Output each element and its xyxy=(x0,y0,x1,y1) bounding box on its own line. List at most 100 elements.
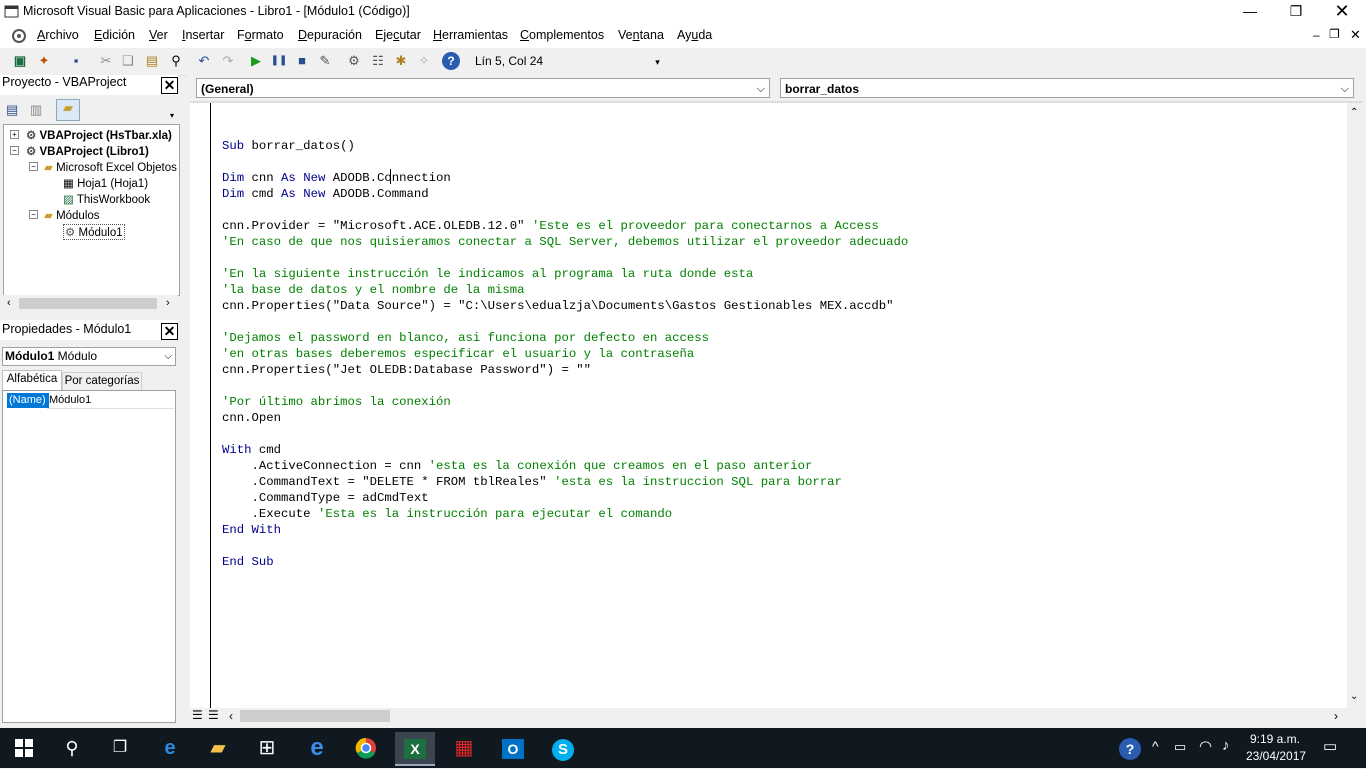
code-line[interactable]: 'Por último abrimos la conexión xyxy=(222,394,908,410)
help-icon[interactable]: ? xyxy=(442,52,460,70)
restore-button[interactable]: ❐ xyxy=(1273,0,1319,24)
property-name-cell[interactable]: (Name) xyxy=(7,393,49,408)
menu-item-herramientas[interactable]: Herramientas xyxy=(433,28,508,42)
design-mode-icon[interactable]: ✎ xyxy=(315,51,335,71)
chevron-down-icon[interactable]: ⌵ xyxy=(164,348,172,365)
code-line[interactable]: End Sub xyxy=(222,554,908,570)
code-line[interactable]: cnn.Provider = "Microsoft.ACE.OLEDB.12.0… xyxy=(222,218,908,234)
code-line[interactable] xyxy=(222,250,908,266)
expand-icon[interactable]: − xyxy=(29,162,38,171)
menu-item-depuración[interactable]: Depuración xyxy=(298,28,362,42)
tree-item-hoja1[interactable]: ▦ Hoja1 (Hoja1) xyxy=(63,176,148,190)
chevron-up-icon[interactable]: ^ xyxy=(1152,738,1159,754)
code-line[interactable] xyxy=(222,122,908,138)
redo-icon[interactable]: ↷ xyxy=(218,51,238,71)
edge-icon[interactable]: e xyxy=(150,732,190,764)
chrome-icon[interactable] xyxy=(346,732,386,764)
code-editor[interactable]: Sub borrar_datos() Dim cnn As New ADODB.… xyxy=(211,103,1347,708)
copy-icon[interactable]: ❏ xyxy=(118,51,138,71)
menu-item-archivo[interactable]: Archivo xyxy=(37,28,79,42)
excel-view-icon[interactable]: ▣ xyxy=(10,51,30,71)
toggle-folders-icon[interactable]: ▰ xyxy=(56,99,80,121)
project-hscrollbar[interactable]: ‹ › xyxy=(3,295,178,312)
code-line[interactable]: .Execute 'Esta es la instrucción para ej… xyxy=(222,506,908,522)
clock-time[interactable]: 9:19 a.m. xyxy=(1246,732,1304,746)
scroll-right-icon[interactable]: › xyxy=(1334,709,1338,723)
insert-userform-icon[interactable]: ✦ xyxy=(34,51,54,71)
doc-restore-button[interactable]: ❐ xyxy=(1329,27,1340,41)
code-line[interactable]: .CommandType = adCmdText xyxy=(222,490,908,506)
excel-taskbar-icon[interactable]: X xyxy=(395,732,435,766)
reset-icon[interactable]: ■ xyxy=(292,51,312,71)
code-vscrollbar[interactable]: ⌃ ⌄ xyxy=(1347,103,1364,708)
cut-icon[interactable]: ✂ xyxy=(96,51,116,71)
vba-project-icon[interactable] xyxy=(10,27,28,45)
object-select[interactable]: Módulo1 Módulo ⌵ xyxy=(2,347,176,366)
code-line[interactable]: Dim cnn As New ADODB.Connection xyxy=(222,170,908,186)
code-line[interactable] xyxy=(222,154,908,170)
project-explorer-icon[interactable]: ⚙ xyxy=(344,51,364,71)
save-icon[interactable]: ▪ xyxy=(66,51,86,71)
wifi-icon[interactable]: ◠ xyxy=(1199,737,1212,755)
scroll-left-icon[interactable]: ‹ xyxy=(229,709,233,723)
properties-pane-close-button[interactable]: ✕ xyxy=(161,323,178,340)
skype-icon[interactable]: S xyxy=(543,732,583,764)
code-line[interactable]: Dim cmd As New ADODB.Command xyxy=(222,186,908,202)
tree-item-modulos[interactable]: ▰ Módulos xyxy=(44,208,100,222)
view-object-icon[interactable]: ▥ xyxy=(30,102,48,118)
code-line[interactable] xyxy=(222,314,908,330)
expand-icon[interactable]: − xyxy=(29,210,38,219)
code-hscrollbar[interactable]: ☰ ☰ ‹ › xyxy=(190,708,1364,725)
properties-window-icon[interactable]: ☷ xyxy=(368,51,388,71)
code-line[interactable]: 'la base de datos y el nombre de la mism… xyxy=(222,282,908,298)
notifications-icon[interactable]: ▭ xyxy=(1323,737,1337,755)
pause-icon[interactable]: ❚❚ xyxy=(269,51,289,71)
menu-item-formato[interactable]: Formato xyxy=(237,28,284,42)
full-module-view-icon[interactable]: ☰ xyxy=(208,708,219,722)
margin-indicator-bar[interactable] xyxy=(190,103,212,708)
code-line[interactable]: 'en otras bases deberemos especificar el… xyxy=(222,346,908,362)
menu-item-ventana[interactable]: Ventana xyxy=(618,28,664,42)
tree-item-vbaproject-hstbar[interactable]: ⚙ VBAProject (HsTbar.xla) xyxy=(26,128,172,142)
task-view-icon[interactable]: ❐ xyxy=(100,732,140,764)
file-explorer-icon[interactable]: ▰ xyxy=(198,732,238,764)
menu-item-ayuda[interactable]: Ayuda xyxy=(677,28,712,42)
procedure-combo[interactable]: borrar_datos ⌵ xyxy=(780,78,1354,98)
code-text[interactable]: Sub borrar_datos() Dim cnn As New ADODB.… xyxy=(222,122,908,570)
collapse-icon[interactable]: + xyxy=(10,130,19,139)
code-line[interactable] xyxy=(222,538,908,554)
vba-app-icon[interactable] xyxy=(4,4,19,19)
volume-icon[interactable]: ♪ xyxy=(1222,737,1230,754)
menu-item-insertar[interactable]: Insertar xyxy=(182,28,224,42)
tab-por-categorias[interactable]: Por categorías xyxy=(62,372,142,391)
internet-explorer-icon[interactable]: e xyxy=(297,732,337,764)
tree-item-thisworkbook[interactable]: ▨ ThisWorkbook xyxy=(63,192,150,206)
code-line[interactable]: 'En caso de que nos quisieramos conectar… xyxy=(222,234,908,250)
undo-icon[interactable]: ↶ xyxy=(194,51,214,71)
menu-item-ejecutar[interactable]: Ejecutar xyxy=(375,28,421,42)
tab-alfabetica[interactable]: Alfabética xyxy=(2,370,62,391)
code-line[interactable]: .ActiveConnection = cnn 'esta es la cone… xyxy=(222,458,908,474)
code-line[interactable]: .CommandText = "DELETE * FROM tblReales"… xyxy=(222,474,908,490)
doc-close-button[interactable]: ✕ xyxy=(1350,27,1361,43)
menu-item-complementos[interactable]: Complementos xyxy=(520,28,604,42)
tree-item-vbaproject-libro1[interactable]: ⚙ VBAProject (Libro1) xyxy=(26,144,149,158)
toolbar-options-chevron-icon[interactable]: ▾ xyxy=(652,52,663,72)
scroll-thumb[interactable] xyxy=(19,298,157,309)
help-tray-icon[interactable]: ? xyxy=(1119,738,1141,760)
view-code-icon[interactable]: ▤ xyxy=(6,102,24,118)
procedure-view-icon[interactable]: ☰ xyxy=(192,708,203,722)
close-button[interactable]: ✕ xyxy=(1319,0,1365,24)
code-line[interactable]: 'Dejamos el password en blanco, asi func… xyxy=(222,330,908,346)
scroll-up-icon[interactable]: ⌃ xyxy=(1350,107,1358,118)
scroll-down-icon[interactable]: ▾ xyxy=(170,96,179,123)
code-line[interactable]: Sub borrar_datos() xyxy=(222,138,908,154)
tree-item-excel-objects[interactable]: ▰ Microsoft Excel Objetos xyxy=(44,160,177,174)
code-line[interactable]: cnn.Properties("Data Source") = "C:\User… xyxy=(222,298,908,314)
scroll-left-icon[interactable]: ‹ xyxy=(7,297,11,309)
paste-icon[interactable]: ▤ xyxy=(142,51,162,71)
find-icon[interactable]: ⚲ xyxy=(166,51,186,71)
code-line[interactable]: End With xyxy=(222,522,908,538)
minimize-button[interactable]: — xyxy=(1227,0,1273,24)
property-value-cell[interactable]: Módulo1 xyxy=(47,393,174,409)
